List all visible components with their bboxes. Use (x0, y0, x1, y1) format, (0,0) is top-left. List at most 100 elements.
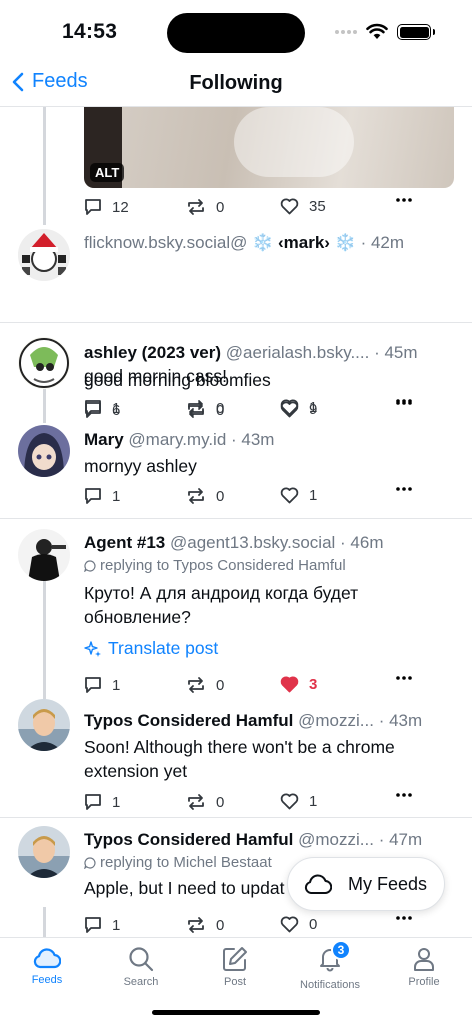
tab-post[interactable]: Post (188, 946, 282, 988)
post-handle[interactable]: @aerialash.bsky.... (226, 343, 370, 362)
reply-button[interactable]: 1 (84, 487, 120, 505)
post-timestamp[interactable]: · 47m (379, 830, 422, 849)
thread-line (43, 385, 46, 423)
ellipsis-icon (396, 487, 412, 491)
reply-button[interactable]: 6 (84, 401, 120, 419)
reply-icon (85, 794, 101, 810)
reply-button[interactable]: 1 (84, 676, 120, 694)
post-timestamp[interactable]: · 43m (379, 711, 422, 730)
reply-context[interactable]: replying to Michel Bestaat (84, 854, 272, 871)
divider (0, 817, 472, 818)
like-count: 35 (309, 198, 326, 215)
reply-button[interactable]: 1 (84, 793, 120, 811)
repost-button[interactable]: 0 (186, 401, 224, 419)
post-text: good morning bloomfies (84, 370, 271, 390)
battery-icon (397, 24, 435, 40)
repost-icon (188, 402, 204, 418)
translate-post-button[interactable]: Translate post (84, 638, 218, 659)
post-handle[interactable]: @mozzi... (298, 830, 374, 849)
avatar[interactable] (18, 699, 70, 751)
avatar[interactable] (18, 425, 70, 477)
post-author-name[interactable]: Agent #13 (84, 533, 165, 552)
post-header: ashley (2023 ver) @aerialash.bsky.... · … (84, 343, 454, 363)
repost-count: 0 (216, 198, 225, 216)
avatar[interactable] (18, 826, 70, 878)
post-handle[interactable]: @agent13.bsky.social (170, 533, 335, 552)
repost-count: 0 (216, 487, 225, 505)
reply-to-label: replying to Michel Bestaat (100, 854, 272, 871)
like-button[interactable]: 9 (280, 401, 317, 418)
more-options-button[interactable] (396, 401, 412, 405)
tab-profile[interactable]: Profile (377, 946, 471, 988)
my-feeds-label: My Feeds (348, 873, 428, 894)
status-bar: 14:53 (0, 0, 472, 60)
post-handle[interactable]: flicknow.bsky.social@ (84, 233, 247, 252)
more-options-button[interactable] (396, 198, 412, 202)
alt-badge[interactable]: ALT (90, 163, 125, 182)
reply-button[interactable]: 12 (84, 198, 129, 216)
repost-icon (188, 199, 204, 215)
tab-notifications[interactable]: 3 Notifications (283, 940, 377, 991)
repost-icon (188, 677, 204, 693)
post-timestamp[interactable]: · 46m (340, 533, 383, 552)
tab-search[interactable]: Search (94, 946, 188, 988)
tab-label: Profile (408, 976, 440, 988)
reply-button[interactable]: 1 (84, 916, 120, 934)
repost-button[interactable]: 0 (186, 916, 224, 934)
wifi-icon (366, 23, 388, 39)
repost-button[interactable]: 0 (186, 676, 224, 694)
more-options-button[interactable] (396, 793, 412, 797)
home-indicator (152, 1010, 320, 1015)
my-feeds-button[interactable]: My Feeds (287, 857, 445, 911)
reply-count: 1 (112, 487, 121, 505)
repost-button[interactable]: 0 (186, 198, 224, 216)
notification-count-badge: 3 (331, 940, 351, 960)
heart-icon (280, 487, 299, 504)
post-author-name[interactable]: Typos Considered Hamful (84, 830, 293, 849)
post-handle[interactable]: @mary.my.id (128, 430, 226, 449)
more-options-button[interactable] (396, 487, 412, 491)
reply-count: 6 (112, 401, 121, 419)
tab-feeds[interactable]: Feeds (0, 946, 94, 986)
reply-icon (85, 199, 101, 215)
sparkle-icon (84, 640, 101, 657)
post-timestamp[interactable]: · 43m (231, 430, 274, 449)
repost-button[interactable]: 0 (186, 487, 224, 505)
repost-count: 0 (216, 916, 225, 934)
post-header: Typos Considered Hamful @mozzi... · 47m (84, 830, 454, 850)
feed-list[interactable]: ALT 12 0 35 flicknow.bsky.social@ ❄️ ‹ma… (0, 107, 472, 937)
more-options-button[interactable] (396, 676, 412, 680)
divider (0, 518, 472, 519)
post-text: Soon! Although there won't be a chrome e… (84, 737, 395, 781)
reply-context[interactable]: replying to Typos Considered Hamful (84, 557, 346, 574)
avatar[interactable] (18, 337, 70, 389)
more-options-button[interactable] (396, 916, 412, 920)
avatar[interactable] (18, 229, 70, 281)
post-author-name[interactable]: Mary (84, 430, 124, 449)
tab-label: Post (223, 976, 246, 988)
post-author-name[interactable]: Typos Considered Hamful (84, 711, 293, 730)
post-author-name[interactable]: ashley (2023 ver) (84, 343, 221, 362)
avatar[interactable] (18, 529, 70, 581)
like-button[interactable]: 1 (280, 793, 317, 810)
heart-filled-icon (280, 676, 299, 693)
person-icon (414, 948, 434, 971)
cellular-signal-icon (335, 30, 357, 34)
reply-icon (85, 488, 101, 504)
reply-icon (85, 917, 101, 933)
like-count: 1 (309, 793, 318, 810)
post-handle[interactable]: @mozzi... (298, 711, 374, 730)
post-image[interactable] (84, 107, 454, 188)
post-timestamp[interactable]: · 45m (374, 343, 417, 362)
repost-count: 0 (216, 676, 225, 694)
post-actions: 6 0 9 (84, 401, 452, 421)
like-button[interactable]: 35 (280, 198, 326, 215)
like-button[interactable]: 0 (280, 916, 317, 933)
like-button[interactable]: 3 (280, 676, 317, 693)
post-timestamp[interactable]: · 42m (361, 233, 404, 252)
like-button[interactable]: 1 (280, 487, 317, 504)
repost-button[interactable]: 0 (186, 793, 224, 811)
cloud-icon (304, 874, 332, 894)
post-header: Agent #13 @agent13.bsky.social · 46m (84, 533, 454, 553)
cloud-icon (33, 948, 61, 969)
